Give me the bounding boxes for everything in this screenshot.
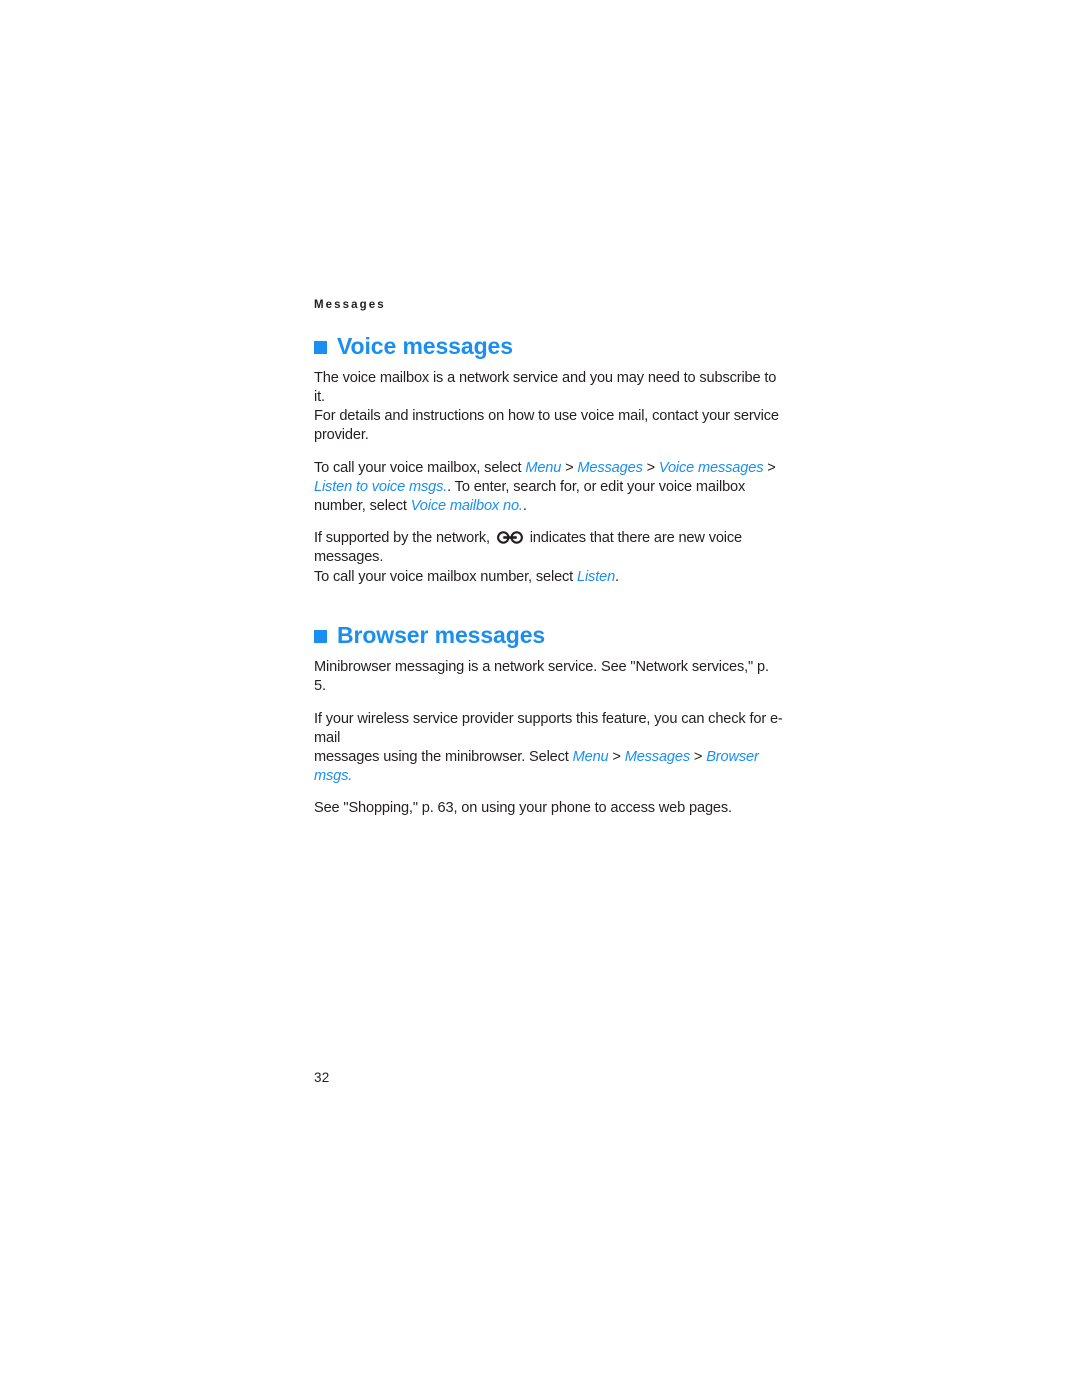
browser-email-paragraph: If your wireless service provider suppor… [314, 710, 784, 787]
square-bullet-icon [314, 629, 327, 643]
voice-intro-paragraph: The voice mailbox is a network service a… [314, 369, 784, 446]
path-separator-3: > [767, 459, 776, 476]
voice-indicator-paragraph: If supported by the network, indicates t… [314, 529, 784, 587]
browser-email-line-2-lead: messages using the minibrowser. Select [314, 748, 573, 765]
voice-listen-lead: To call your voice mailbox number, selec… [314, 568, 577, 585]
menu-term-menu: Menu [525, 459, 562, 476]
voice-intro-line-2: For details and instructions on how to u… [314, 408, 779, 444]
browser-email-line-1: If your wireless service provider suppor… [314, 710, 783, 746]
section-heading-label: Browser messages [337, 621, 546, 648]
square-bullet-icon [314, 340, 327, 354]
page-number: 32 [314, 1070, 330, 1085]
menu-term-voice-messages: Voice messages [658, 459, 764, 476]
menu-term-messages: Messages [624, 748, 691, 765]
path-separator-1: > [565, 459, 574, 476]
voicemail-cassette-icon [496, 531, 523, 544]
path-separator-1: > [612, 748, 621, 765]
path-separator-2: > [646, 459, 656, 476]
menu-term-listen: Listen [577, 568, 616, 585]
voice-listen-tail: . [615, 568, 619, 585]
running-header: Messages [314, 299, 386, 311]
document-page: Messages Voice messages The voice mailbo… [0, 0, 1080, 1397]
voice-indicator-lead: If supported by the network, [314, 530, 494, 547]
menu-term-listen-part1: Listen [314, 478, 353, 495]
menu-term-voice-mailbox-no: Voice mailbox no. [410, 498, 523, 515]
page-content: Messages Voice messages The voice mailbo… [314, 299, 784, 819]
voice-intro-line-1: The voice mailbox is a network service a… [314, 369, 777, 405]
browser-shopping-paragraph: See "Shopping," p. 63, on using your pho… [314, 800, 732, 817]
voice-mailbox-no-tail: . [522, 498, 527, 515]
menu-term-listen-part2: to voice msgs. [355, 478, 448, 495]
section-heading-label: Voice messages [337, 332, 513, 359]
voice-path-lead: To call your voice mailbox, select [314, 459, 526, 476]
section-heading-browser-messages: Browser messages [314, 621, 784, 648]
section-heading-voice-messages: Voice messages [314, 332, 784, 359]
menu-term-menu: Menu [572, 748, 609, 765]
voice-path-paragraph: To call your voice mailbox, select Menu … [314, 459, 784, 517]
menu-term-messages: Messages [577, 459, 643, 476]
browser-network-service-paragraph: Minibrowser messaging is a network servi… [314, 659, 769, 695]
